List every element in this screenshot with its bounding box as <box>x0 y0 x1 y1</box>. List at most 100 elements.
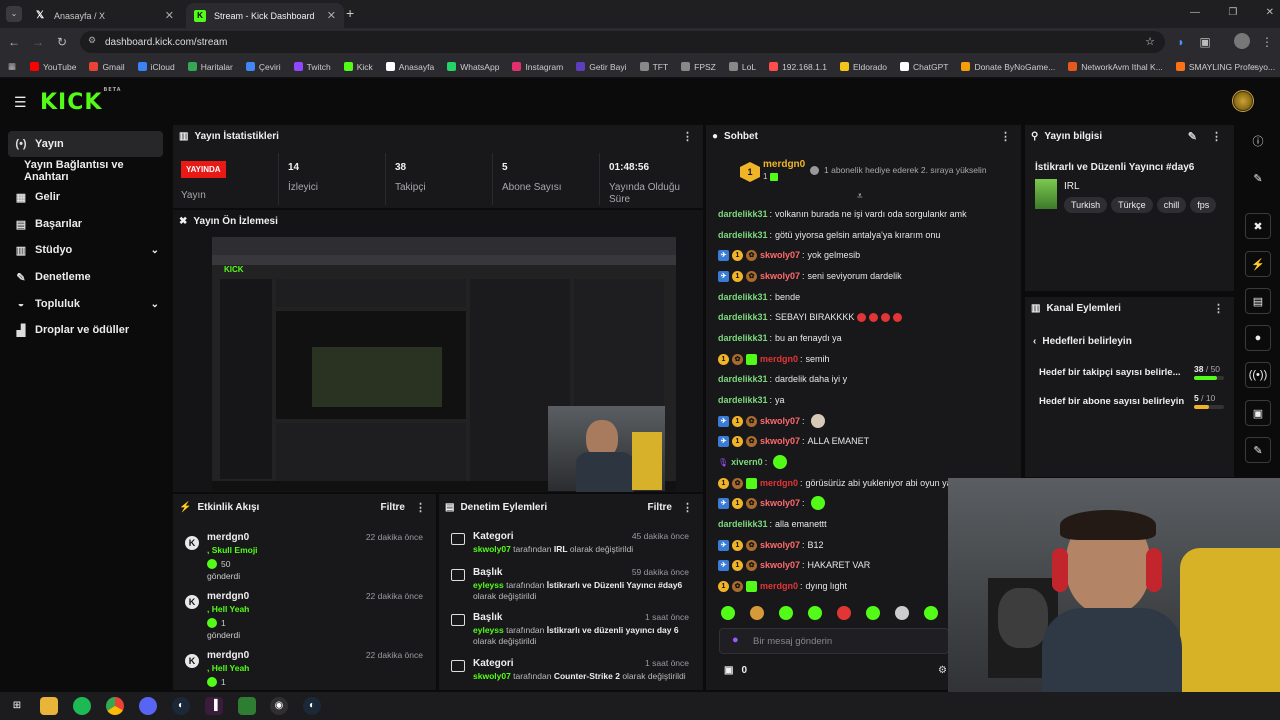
sidebar-item-4[interactable]: ▤ Başarılar <box>8 211 163 237</box>
chat-username[interactable]: dardelikk31 <box>718 333 768 343</box>
bookmark-item[interactable]: YouTube <box>30 62 76 72</box>
emote-icon[interactable] <box>924 606 938 620</box>
kebab-menu-icon[interactable]: ⋮ <box>1213 302 1224 315</box>
chat-username[interactable]: merdgn0 <box>760 478 798 488</box>
pin-collapse-icon[interactable]: ⩡ <box>857 191 863 202</box>
tab-list-chevron-icon[interactable]: ⌄ <box>6 6 22 22</box>
filter-button[interactable]: Filtre <box>648 502 672 513</box>
apps-grid-icon[interactable]: ▦ <box>8 61 16 72</box>
close-window-icon[interactable]: ✕ <box>1266 7 1274 18</box>
activity-user[interactable]: merdgn0 <box>207 650 249 661</box>
bookmark-item[interactable]: WhatsApp <box>447 62 499 72</box>
bookmark-item[interactable]: Anasayfa <box>385 62 434 72</box>
user-avatar[interactable] <box>1232 90 1254 112</box>
channel-points[interactable]: ▣ 0 <box>724 665 747 676</box>
stream-tag[interactable]: Turkish <box>1064 197 1108 213</box>
minimize-icon[interactable]: — <box>1190 7 1200 18</box>
stream-tag[interactable]: Türkçe <box>1111 197 1153 213</box>
bookmark-item[interactable]: Gmail <box>89 62 125 72</box>
activity-toggle-icon[interactable]: ⚡ <box>1245 251 1271 277</box>
bookmark-item[interactable]: TFT <box>639 62 668 72</box>
sidebar-item-3[interactable]: ▦ Gelir <box>8 184 163 210</box>
chat-input[interactable]: ● Bir mesaj gönderin <box>719 628 949 654</box>
filter-button[interactable]: Filtre <box>381 502 405 513</box>
bookmark-item[interactable]: Kick <box>343 62 373 72</box>
broadcast-toggle-icon[interactable]: ((•)) <box>1245 362 1271 388</box>
edit-icon[interactable]: ✎ <box>1240 162 1276 194</box>
steam-alt-icon[interactable]: ◐ <box>303 697 321 715</box>
app-icon[interactable]: ▐ <box>205 697 223 715</box>
layout-toggle-icon[interactable]: ▣ <box>1245 400 1271 426</box>
discord-icon[interactable] <box>139 697 157 715</box>
chat-settings-icon[interactable]: ⚙ <box>938 665 947 676</box>
emote-icon[interactable] <box>779 606 793 620</box>
bookmark-item[interactable]: Çeviri <box>245 62 281 72</box>
bookmark-item[interactable]: Instagram <box>512 62 563 72</box>
chat-username[interactable]: skwoly07 <box>760 498 800 508</box>
kick-logo[interactable]: KICKBETA <box>40 87 121 115</box>
close-tab-icon[interactable]: ✕ <box>165 9 174 22</box>
bookmark-item[interactable]: iCloud <box>137 62 175 72</box>
emote-icon[interactable] <box>750 606 764 620</box>
obs-icon[interactable]: ◉ <box>270 697 288 715</box>
activity-user[interactable]: merdgn0 <box>207 532 249 543</box>
bookmark-star-icon[interactable]: ☆ <box>1145 35 1155 48</box>
bookmark-item[interactable]: Donate ByNoGame... <box>961 62 1055 72</box>
pinned-user[interactable]: merdgn0 <box>763 159 805 170</box>
goal-row[interactable]: Hedef bir abone sayısı belirleyin 5 / 10 <box>1039 393 1229 415</box>
more-bookmarks-icon[interactable]: » <box>1252 61 1257 71</box>
chat-username[interactable]: skwoly07 <box>760 271 800 281</box>
chevron-down-icon[interactable]: ⌄ <box>151 299 159 310</box>
sidebar-item-8[interactable]: ▟ Droplar ve ödüller <box>8 317 163 343</box>
mic-icon[interactable]: ● <box>732 634 739 646</box>
info-icon[interactable]: ⓘ <box>1240 125 1276 157</box>
chat-username[interactable]: skwoly07 <box>760 436 800 446</box>
kebab-menu-icon[interactable]: ⋮ <box>682 130 693 143</box>
bookmark-item[interactable]: SMAYLING Profesyo... <box>1175 62 1275 72</box>
edit-pencil-icon[interactable]: ✎ <box>1188 130 1197 143</box>
back-to-actions[interactable]: ‹ Hedefleri belirleyin <box>1033 336 1132 347</box>
bookmark-item[interactable]: NetworkAvm Ithal K... <box>1068 62 1163 72</box>
sidebar-item-6[interactable]: ✎ Denetleme <box>8 264 163 290</box>
stream-tag[interactable]: fps <box>1190 197 1217 213</box>
category-thumbnail[interactable] <box>1035 179 1057 209</box>
kebab-menu-icon[interactable]: ⋮ <box>682 501 693 514</box>
file-explorer-icon[interactable] <box>40 697 58 715</box>
bookmark-item[interactable]: LoL <box>728 62 756 72</box>
chat-username[interactable]: skwoly07 <box>760 540 800 550</box>
sidebar-item-1[interactable]: (•) Yayın <box>8 131 163 157</box>
new-tab-button[interactable]: + <box>346 5 354 21</box>
category-name[interactable]: IRL <box>1064 181 1080 192</box>
bookmark-item[interactable]: Twitch <box>293 62 331 72</box>
extension-icon[interactable]: ◗ <box>1172 33 1190 51</box>
bookmark-item[interactable]: Eldorado <box>839 62 887 72</box>
hamburger-menu-icon[interactable]: ☰ <box>14 94 27 111</box>
bookmark-item[interactable]: 192.168.1.1 <box>769 62 827 72</box>
chat-username[interactable]: skwoly07 <box>760 250 800 260</box>
chat-username[interactable]: dardelikk31 <box>718 312 768 322</box>
forward-arrow-icon[interactable]: → <box>29 33 47 51</box>
wrench-toggle-icon[interactable]: ✎ <box>1245 437 1271 463</box>
chat-username[interactable]: dardelikk31 <box>718 230 768 240</box>
bookmark-item[interactable]: Getir Bayi <box>576 62 627 72</box>
chat-username[interactable]: dardelikk31 <box>718 292 768 302</box>
kebab-menu-icon[interactable]: ⋮ <box>1000 130 1011 143</box>
emote-icon[interactable] <box>895 606 909 620</box>
spotify-icon[interactable] <box>73 697 91 715</box>
bookmark-item[interactable]: Haritalar <box>187 62 233 72</box>
steam-icon[interactable]: ◐ <box>172 697 190 715</box>
emote-icon[interactable] <box>808 606 822 620</box>
extensions-puzzle-icon[interactable]: ▣ <box>1196 33 1214 51</box>
kebab-menu-icon[interactable]: ⋮ <box>415 501 426 514</box>
chart-app-icon[interactable] <box>238 697 256 715</box>
browser-menu-icon[interactable]: ⋮ <box>1258 33 1276 51</box>
profile-avatar[interactable] <box>1234 33 1250 49</box>
emote-icon[interactable] <box>721 606 735 620</box>
chat-username[interactable]: dardelikk31 <box>718 519 768 529</box>
browser-tab-x[interactable]: 𝕏 Anasayfa / X ✕ <box>26 3 182 28</box>
address-bar[interactable]: ⚙ dashboard.kick.com/stream ☆ <box>80 31 1165 53</box>
stream-tag[interactable]: chill <box>1156 197 1187 213</box>
bookmark-item[interactable]: ChatGPT <box>900 62 948 72</box>
chat-username[interactable]: skwoly07 <box>760 560 800 570</box>
notes-toggle-icon[interactable]: ▤ <box>1245 288 1271 314</box>
